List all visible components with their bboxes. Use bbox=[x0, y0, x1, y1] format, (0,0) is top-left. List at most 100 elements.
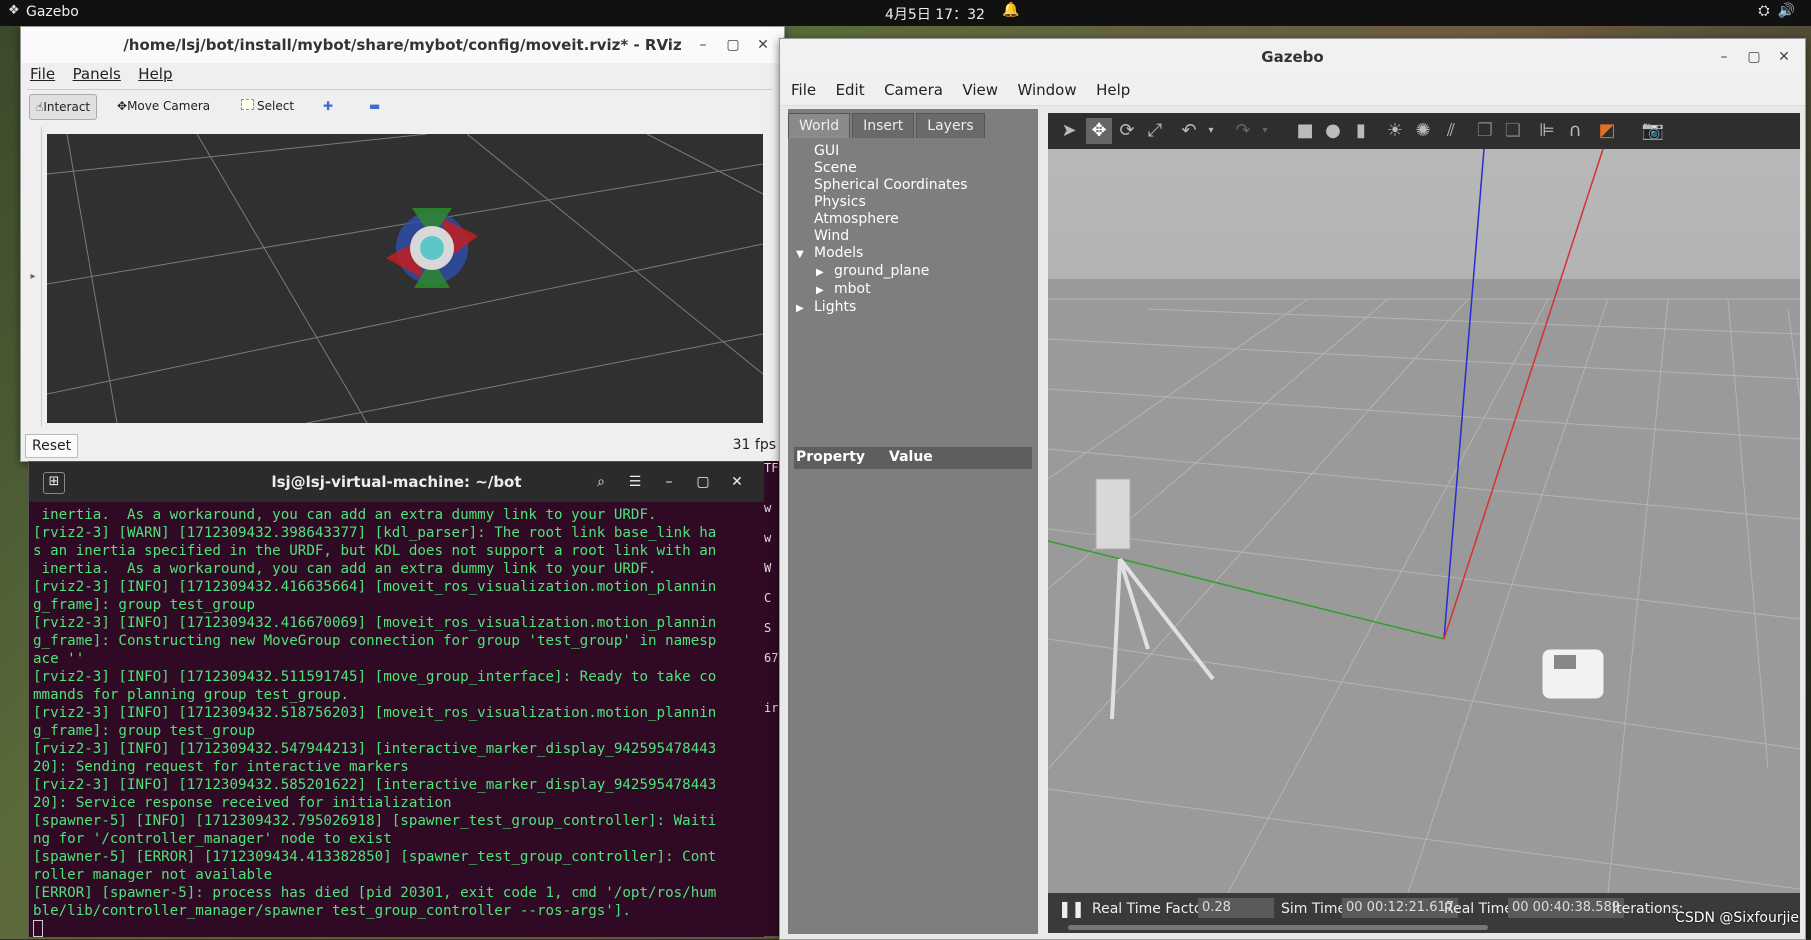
copy-icon[interactable]: ❐ bbox=[1472, 118, 1498, 144]
align-icon[interactable]: ⊫ bbox=[1534, 118, 1560, 144]
menu-panels[interactable]: Panels bbox=[73, 63, 121, 85]
gazebo-3d-view[interactable] bbox=[1048, 149, 1800, 893]
reset-button[interactable]: Reset bbox=[25, 434, 79, 458]
collapsed-arrow-icon[interactable]: ▶ bbox=[816, 282, 834, 299]
tree-item-gui[interactable]: GUI bbox=[796, 143, 1036, 160]
terminal-title: lsj@lsj-virtual-machine: ~/bot bbox=[271, 473, 522, 491]
tree-item-models[interactable]: ▼ Models bbox=[796, 245, 1036, 263]
menu-edit[interactable]: Edit bbox=[836, 75, 865, 105]
volume-icon: 🔊 bbox=[1777, 3, 1803, 19]
clock[interactable]: 4月5日 17：32 bbox=[885, 4, 985, 24]
minimize-button[interactable]: – bbox=[1709, 39, 1739, 75]
expanded-arrow-icon[interactable]: ▼ bbox=[796, 246, 814, 263]
rviz-grid-scene bbox=[47, 134, 763, 423]
rviz-title: /home/lsj/bot/install/mybot/share/mybot/… bbox=[21, 27, 784, 63]
maximize-button[interactable]: ▢ bbox=[718, 27, 748, 63]
property-column-header: Property bbox=[796, 449, 866, 465]
rviz-collapsed-panel-handle[interactable]: ▸ bbox=[25, 127, 42, 427]
remove-tool-button[interactable]: ▬ bbox=[363, 94, 386, 118]
terminal-line: [rviz2-3] [INFO] [1712309432.416670069] … bbox=[33, 615, 717, 631]
terminal-line: s an inertia specified in the URDF, but … bbox=[33, 543, 717, 559]
collapsed-arrow-icon[interactable]: ▶ bbox=[796, 300, 814, 317]
terminal-line: roller manager not available bbox=[33, 867, 273, 883]
tree-item-atmosphere[interactable]: Atmosphere bbox=[796, 211, 1036, 228]
redo-dropdown-icon[interactable]: ▾ bbox=[1252, 118, 1278, 144]
scale-icon[interactable]: ⤢ bbox=[1142, 118, 1168, 144]
paste-icon[interactable]: ❏ bbox=[1500, 118, 1526, 144]
add-tool-button[interactable]: ✚ bbox=[317, 94, 339, 118]
tree-item-lights[interactable]: ▶ Lights bbox=[796, 299, 1036, 317]
tab-world[interactable]: World bbox=[788, 113, 851, 138]
horizontal-scrollbar[interactable] bbox=[1068, 925, 1488, 930]
interactive-marker bbox=[386, 208, 478, 288]
tree-item-wind[interactable]: Wind bbox=[796, 228, 1036, 245]
menu-help[interactable]: Help bbox=[138, 63, 172, 85]
hamburger-menu-icon[interactable]: ☰ bbox=[618, 462, 652, 502]
tree-item-ground-plane[interactable]: ▶ ground_plane bbox=[796, 263, 1036, 281]
undo-dropdown-icon[interactable]: ▾ bbox=[1198, 118, 1224, 144]
close-button[interactable]: ✕ bbox=[1769, 39, 1799, 75]
select-box-icon bbox=[241, 99, 254, 110]
directional-light-icon[interactable]: ⫽ bbox=[1438, 118, 1464, 144]
gazebo-menu-bar: File Edit Camera View Window Help bbox=[780, 75, 1805, 106]
camera-move-icon: ✥ bbox=[117, 99, 128, 113]
terminal-line: [rviz2-3] [INFO] [1712309432.518756203] … bbox=[33, 705, 717, 721]
spot-light-icon[interactable]: ✺ bbox=[1410, 118, 1436, 144]
rotate-icon[interactable]: ⟳ bbox=[1114, 118, 1140, 144]
terminal-output[interactable]: inertia. As a workaround, you can add an… bbox=[33, 506, 761, 937]
gazebo-window-controls: – ▢ ✕ bbox=[1709, 39, 1799, 75]
tree-item-spherical-coordinates[interactable]: Spherical Coordinates bbox=[796, 177, 1036, 194]
search-icon[interactable]: ⌕ bbox=[584, 462, 618, 502]
terminal-line: ace '' bbox=[33, 651, 85, 667]
tab-layers[interactable]: Layers bbox=[916, 113, 985, 138]
gazebo-scene-panel: ➤ ✥ ⟳ ⤢ ↶ ▾ ↷ ▾ ■ ● ▮ ☀ ✺ ⫽ ❐ ❏ ⊫ ∩ ◩ 📷 bbox=[1048, 113, 1800, 933]
terminal-line: g_frame]: group test_group bbox=[33, 597, 256, 613]
system-tray[interactable]: ⛭🔊 bbox=[1758, 3, 1803, 19]
select-arrow-icon[interactable]: ➤ bbox=[1056, 118, 1082, 144]
pause-icon[interactable]: ❚❚ bbox=[1058, 899, 1085, 918]
gazebo-title: Gazebo bbox=[780, 39, 1805, 75]
menu-file[interactable]: File bbox=[30, 63, 55, 85]
left-panel-tabs: World Insert Layers bbox=[788, 113, 987, 139]
interact-tool-button[interactable]: ☝Interact bbox=[29, 94, 98, 120]
tab-insert[interactable]: Insert bbox=[852, 113, 915, 138]
maximize-button[interactable]: ▢ bbox=[1739, 39, 1769, 75]
background-terminal-fragment: TF bbox=[764, 461, 779, 475]
cylinder-shape-icon[interactable]: ▮ bbox=[1348, 118, 1374, 144]
menu-camera[interactable]: Camera bbox=[884, 75, 943, 105]
maximize-button[interactable]: ▢ bbox=[686, 462, 720, 502]
terminal-line: inertia. As a workaround, you can add an… bbox=[33, 507, 657, 523]
minimize-button[interactable]: – bbox=[688, 27, 718, 63]
view-angle-icon[interactable]: ◩ bbox=[1594, 118, 1620, 144]
notification-bell-icon[interactable]: 🔔 bbox=[1002, 2, 1019, 18]
menu-window[interactable]: Window bbox=[1017, 75, 1076, 105]
menu-help[interactable]: Help bbox=[1096, 75, 1130, 105]
point-light-icon[interactable]: ☀ bbox=[1382, 118, 1408, 144]
system-top-bar: ❖ Gazebo 4月5日 17：32 🔔 ⛭🔊 bbox=[0, 0, 1811, 26]
menu-file[interactable]: File bbox=[791, 75, 816, 105]
box-shape-icon[interactable]: ■ bbox=[1292, 118, 1318, 144]
sphere-shape-icon[interactable]: ● bbox=[1320, 118, 1346, 144]
mbot-model bbox=[1541, 648, 1605, 700]
terminal-line: 20]: Sending request for interactive mar… bbox=[33, 759, 409, 775]
move-camera-tool-button[interactable]: ✥Move Camera bbox=[111, 94, 216, 118]
close-button[interactable]: ✕ bbox=[720, 462, 754, 502]
tree-item-mbot[interactable]: ▶ mbot bbox=[796, 281, 1036, 299]
collapsed-arrow-icon[interactable]: ▶ bbox=[816, 264, 834, 281]
minimize-button[interactable]: – bbox=[652, 462, 686, 502]
select-tool-button[interactable]: Select bbox=[235, 94, 300, 118]
terminal-line: [rviz2-3] [WARN] [1712309432.398643377] … bbox=[33, 525, 717, 541]
translate-icon[interactable]: ✥ bbox=[1086, 118, 1112, 144]
menu-view[interactable]: View bbox=[962, 75, 998, 105]
snap-icon[interactable]: ∩ bbox=[1562, 118, 1588, 144]
rviz-toolbar: ☝Interact ✥Move Camera Select ✚ ▬ bbox=[27, 89, 772, 122]
background-terminal-fragment: W bbox=[764, 561, 772, 575]
tree-item-physics[interactable]: Physics bbox=[796, 194, 1036, 211]
close-button[interactable]: ✕ bbox=[748, 27, 778, 63]
new-tab-icon[interactable]: ⊞ bbox=[43, 472, 65, 494]
active-app-name[interactable]: Gazebo bbox=[26, 4, 79, 20]
terminal-window[interactable]: ⊞ lsj@lsj-virtual-machine: ~/bot ⌕ ☰ – ▢ ✕ i… bbox=[28, 461, 765, 938]
screenshot-camera-icon[interactable]: 📷 bbox=[1640, 118, 1666, 144]
tree-item-scene[interactable]: Scene bbox=[796, 160, 1036, 177]
rviz-3d-view[interactable] bbox=[47, 134, 763, 423]
